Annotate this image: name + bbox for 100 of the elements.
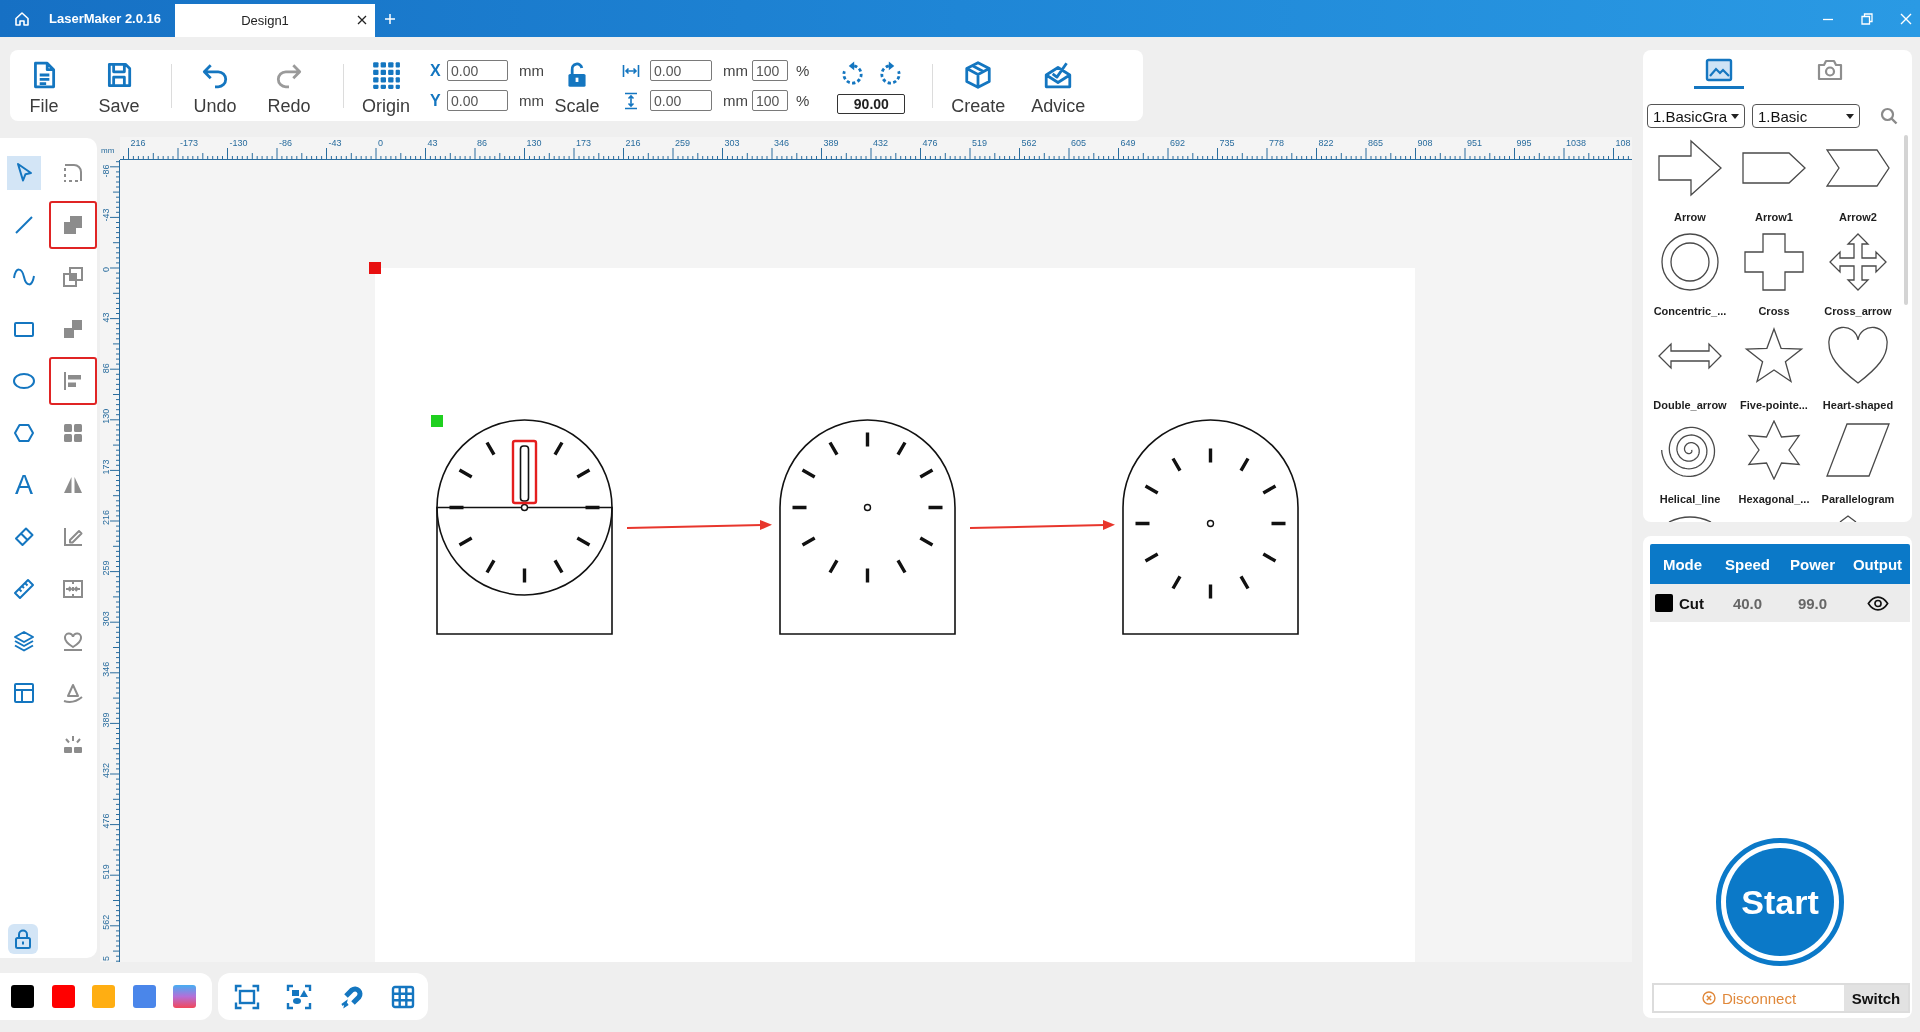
power-cell-text: 99.0	[1796, 594, 1829, 612]
width-field[interactable]: 0.00	[650, 60, 712, 81]
ruler-label: -86	[101, 164, 111, 178]
ruler-label: 562	[101, 914, 111, 930]
text-path-icon	[61, 681, 85, 705]
angle-field[interactable]: 90.00	[837, 94, 906, 114]
pencil-icon	[61, 525, 85, 549]
scale-button[interactable]: Scale	[546, 50, 608, 117]
ruler-label: 995	[1516, 138, 1532, 148]
select-shapes-icon[interactable]	[286, 983, 312, 1010]
grid-icon[interactable]	[390, 983, 416, 1010]
shape-item[interactable]: Arrow2	[1816, 135, 1900, 229]
ruler-label: -43	[101, 208, 111, 222]
subcategory-dropdown[interactable]: 1.Basic	[1752, 104, 1860, 128]
shape-item[interactable]: Cross	[1732, 229, 1816, 323]
close-icon[interactable]	[357, 15, 367, 25]
dashed-corner-icon	[61, 161, 85, 185]
shape-item[interactable]: Heart-shaped	[1816, 323, 1900, 417]
restore-icon[interactable]	[1861, 12, 1873, 25]
overlapping-squares-icon	[61, 213, 85, 237]
shape-item[interactable]: Five-pointe...	[1732, 323, 1816, 417]
home-icon[interactable]	[14, 10, 30, 27]
unit-label: mm	[519, 92, 544, 109]
caret-icon	[1846, 113, 1854, 119]
color-swatch-icon[interactable]	[51, 985, 75, 1008]
ruler-label: -86	[279, 138, 292, 148]
ruler-label: 43	[101, 312, 111, 323]
column-header: Mode	[1661, 555, 1704, 573]
layout-icon	[12, 681, 36, 705]
percent-label: %	[796, 62, 810, 79]
ruler-label: 346	[101, 661, 111, 677]
ruler-label: 259	[675, 138, 691, 148]
speed-cell-text: 40.0	[1731, 594, 1764, 612]
category-dropdown[interactable]: 1.BasicGra	[1647, 104, 1745, 128]
anchor-marker-icon[interactable]	[431, 415, 443, 427]
envelope-check-icon	[1043, 60, 1074, 90]
gradient-swatch-icon[interactable]	[173, 985, 196, 1008]
create-button[interactable]: Create	[943, 50, 1014, 117]
ruler-label: -173	[180, 138, 198, 148]
ruler-label: 822	[1318, 138, 1334, 148]
intersect-icon	[61, 265, 85, 289]
x-field[interactable]: 0.00	[447, 60, 508, 81]
x-circle-icon	[1701, 991, 1716, 1005]
caret-icon	[1731, 113, 1739, 119]
color-swatch-icon[interactable]	[11, 985, 34, 1008]
file-button[interactable]: File	[13, 50, 75, 117]
origin-marker-icon[interactable]	[369, 262, 381, 274]
ruler-label: 173	[576, 138, 592, 148]
ruler-label: 43	[427, 138, 438, 148]
scrollbar[interactable]	[1904, 135, 1908, 305]
height-percent-field[interactable]: 100	[752, 90, 788, 111]
unit-label: mm	[519, 62, 544, 79]
save-button[interactable]: Save	[88, 50, 150, 117]
ruler-label: 346	[774, 138, 790, 148]
ruler-label: 130	[526, 138, 542, 148]
height-field[interactable]: 0.00	[650, 90, 712, 111]
text-tool-button[interactable]: A	[0, 461, 48, 509]
layers-icon	[12, 629, 36, 653]
clock-dial-drawing[interactable]	[779, 419, 956, 635]
plus-icon[interactable]	[385, 13, 395, 24]
width-percent-field[interactable]: 100	[752, 60, 788, 81]
ruler-label: 108	[1615, 138, 1631, 148]
advice-button[interactable]: Advice	[1023, 50, 1094, 117]
shape-item[interactable]: Parallelogram	[1816, 417, 1900, 511]
shape-item[interactable]: Arrow1	[1732, 135, 1816, 229]
search-icon[interactable]	[1880, 107, 1898, 125]
shape-item[interactable]: Helical_line	[1648, 417, 1732, 511]
height-icon	[622, 91, 640, 110]
ruler-label: 1038	[1566, 138, 1587, 148]
clock-dial-drawing[interactable]	[436, 419, 613, 635]
shape-item[interactable]: Cross_arrow	[1816, 229, 1900, 323]
ruler-label: 0	[101, 267, 111, 272]
ruler-label: 216	[101, 509, 111, 525]
shape-item[interactable]: Arrow	[1648, 135, 1732, 229]
document-tab[interactable]: Design1	[175, 4, 375, 37]
switch-button[interactable]: Switch	[1844, 985, 1908, 1011]
color-swatch-icon[interactable]	[92, 985, 115, 1008]
ruler-label: 519	[972, 138, 988, 148]
shape-item[interactable]: Double_arrow	[1648, 323, 1732, 417]
clock-dial-drawing[interactable]	[1122, 419, 1299, 635]
grid-icon	[61, 421, 85, 445]
diagonal-squares-icon	[61, 317, 85, 341]
shape-item[interactable]: Concentric_...	[1648, 229, 1732, 323]
app-name: LaserMaker 2.0.16	[49, 11, 162, 26]
frame-icon[interactable]	[234, 983, 260, 1010]
ruler-label: 649	[1120, 138, 1136, 148]
origin-button[interactable]: Origin	[355, 50, 417, 117]
ruler-label: 865	[1368, 138, 1384, 148]
hexagon-icon	[12, 421, 36, 445]
y-field[interactable]: 0.00	[447, 90, 508, 111]
shape-item[interactable]: Hexagonal_...	[1732, 417, 1816, 511]
start-button[interactable]: Start	[1716, 838, 1844, 966]
x-label: X	[429, 61, 442, 80]
lock-button[interactable]	[8, 924, 38, 954]
layer-row[interactable]: Cut 40.0 99.0	[1650, 584, 1910, 622]
ruler-label: 303	[101, 611, 111, 627]
color-swatch-icon[interactable]	[132, 985, 156, 1008]
eye-icon[interactable]	[1866, 595, 1889, 611]
undo-button[interactable]: Undo	[184, 50, 246, 117]
cube-icon	[963, 60, 994, 90]
